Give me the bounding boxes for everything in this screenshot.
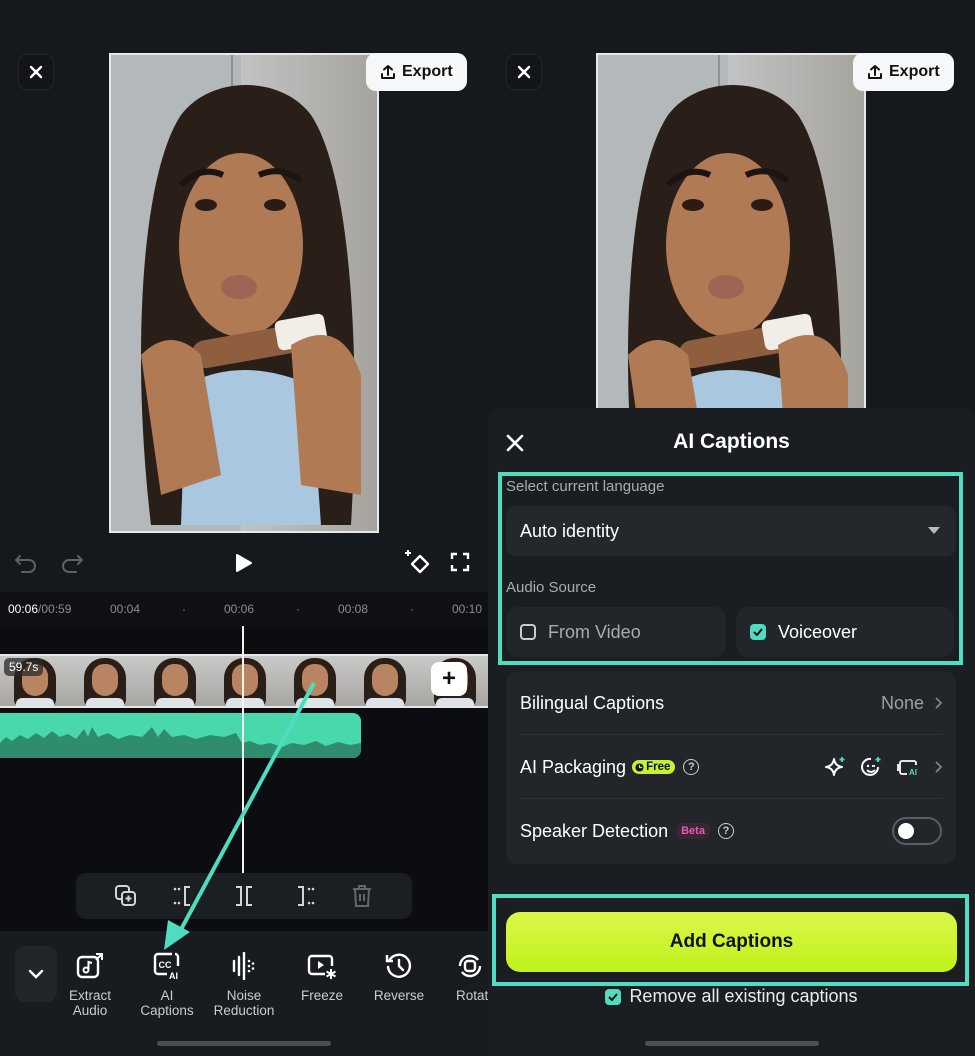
ai-video-icon: AI	[897, 760, 917, 777]
chevron-right-icon	[935, 697, 942, 709]
sparkle-icon	[825, 757, 845, 776]
remove-existing-label: Remove all existing captions	[629, 986, 858, 1006]
video-frame-image	[598, 55, 848, 413]
ai-captions-panel: Export AI Captions Select current langua…	[488, 0, 975, 1056]
ai-packaging-row[interactable]: AI Packaging Free ? AI	[506, 735, 956, 799]
close-button[interactable]	[506, 54, 542, 90]
audio-source-voiceover[interactable]: Voiceover	[736, 607, 954, 657]
language-value: Auto identity	[520, 520, 620, 541]
speaker-detection-row: Speaker Detection Beta ?	[506, 799, 956, 863]
emoji-add-icon	[861, 757, 881, 776]
export-label: Export	[889, 63, 940, 80]
setting-label: Bilingual Captions	[520, 692, 665, 713]
setting-label: AI Packaging	[520, 756, 627, 777]
beta-badge: Beta	[676, 823, 710, 839]
help-icon[interactable]: ?	[683, 759, 700, 775]
export-button[interactable]: Export	[853, 53, 954, 91]
bilingual-captions-row[interactable]: Bilingual Captions None	[506, 671, 956, 735]
caption-settings: Bilingual Captions None AI Packaging Fre…	[506, 671, 956, 864]
checkbox-unchecked-icon	[520, 624, 536, 640]
speaker-detection-toggle[interactable]	[892, 817, 942, 845]
remove-existing-captions-option[interactable]: Remove all existing captions	[488, 986, 975, 1007]
setting-label: Speaker Detection	[520, 820, 669, 841]
help-icon[interactable]: ?	[717, 823, 734, 839]
sheet-title: AI Captions	[673, 430, 790, 453]
setting-value: None	[880, 692, 924, 713]
audio-source-from-video[interactable]: From Video	[506, 607, 726, 657]
svg-text:AI: AI	[909, 768, 917, 777]
audio-source-label: Voiceover	[778, 621, 858, 642]
annotation-arrow	[164, 682, 316, 950]
free-badge: Free	[632, 760, 676, 774]
chevron-right-icon	[935, 761, 942, 773]
dropdown-caret-icon	[928, 527, 940, 534]
upload-icon	[868, 65, 882, 79]
audio-source-label: Audio Source	[506, 579, 597, 596]
add-captions-button[interactable]: Add Captions	[506, 912, 957, 972]
video-preview[interactable]	[596, 53, 866, 413]
home-indicator	[645, 1041, 819, 1046]
checkbox-checked-icon[interactable]	[605, 988, 622, 1005]
language-label: Select current language	[506, 478, 665, 495]
close-icon	[517, 65, 531, 79]
language-select[interactable]: Auto identity	[506, 506, 956, 556]
free-badge-icon	[635, 762, 644, 772]
editor-panel: Export 00:06/00:59 00:04 · 00:06 · 00:08…	[0, 0, 488, 1056]
checkbox-checked-icon	[750, 624, 766, 640]
audio-source-label: From Video	[548, 621, 641, 642]
